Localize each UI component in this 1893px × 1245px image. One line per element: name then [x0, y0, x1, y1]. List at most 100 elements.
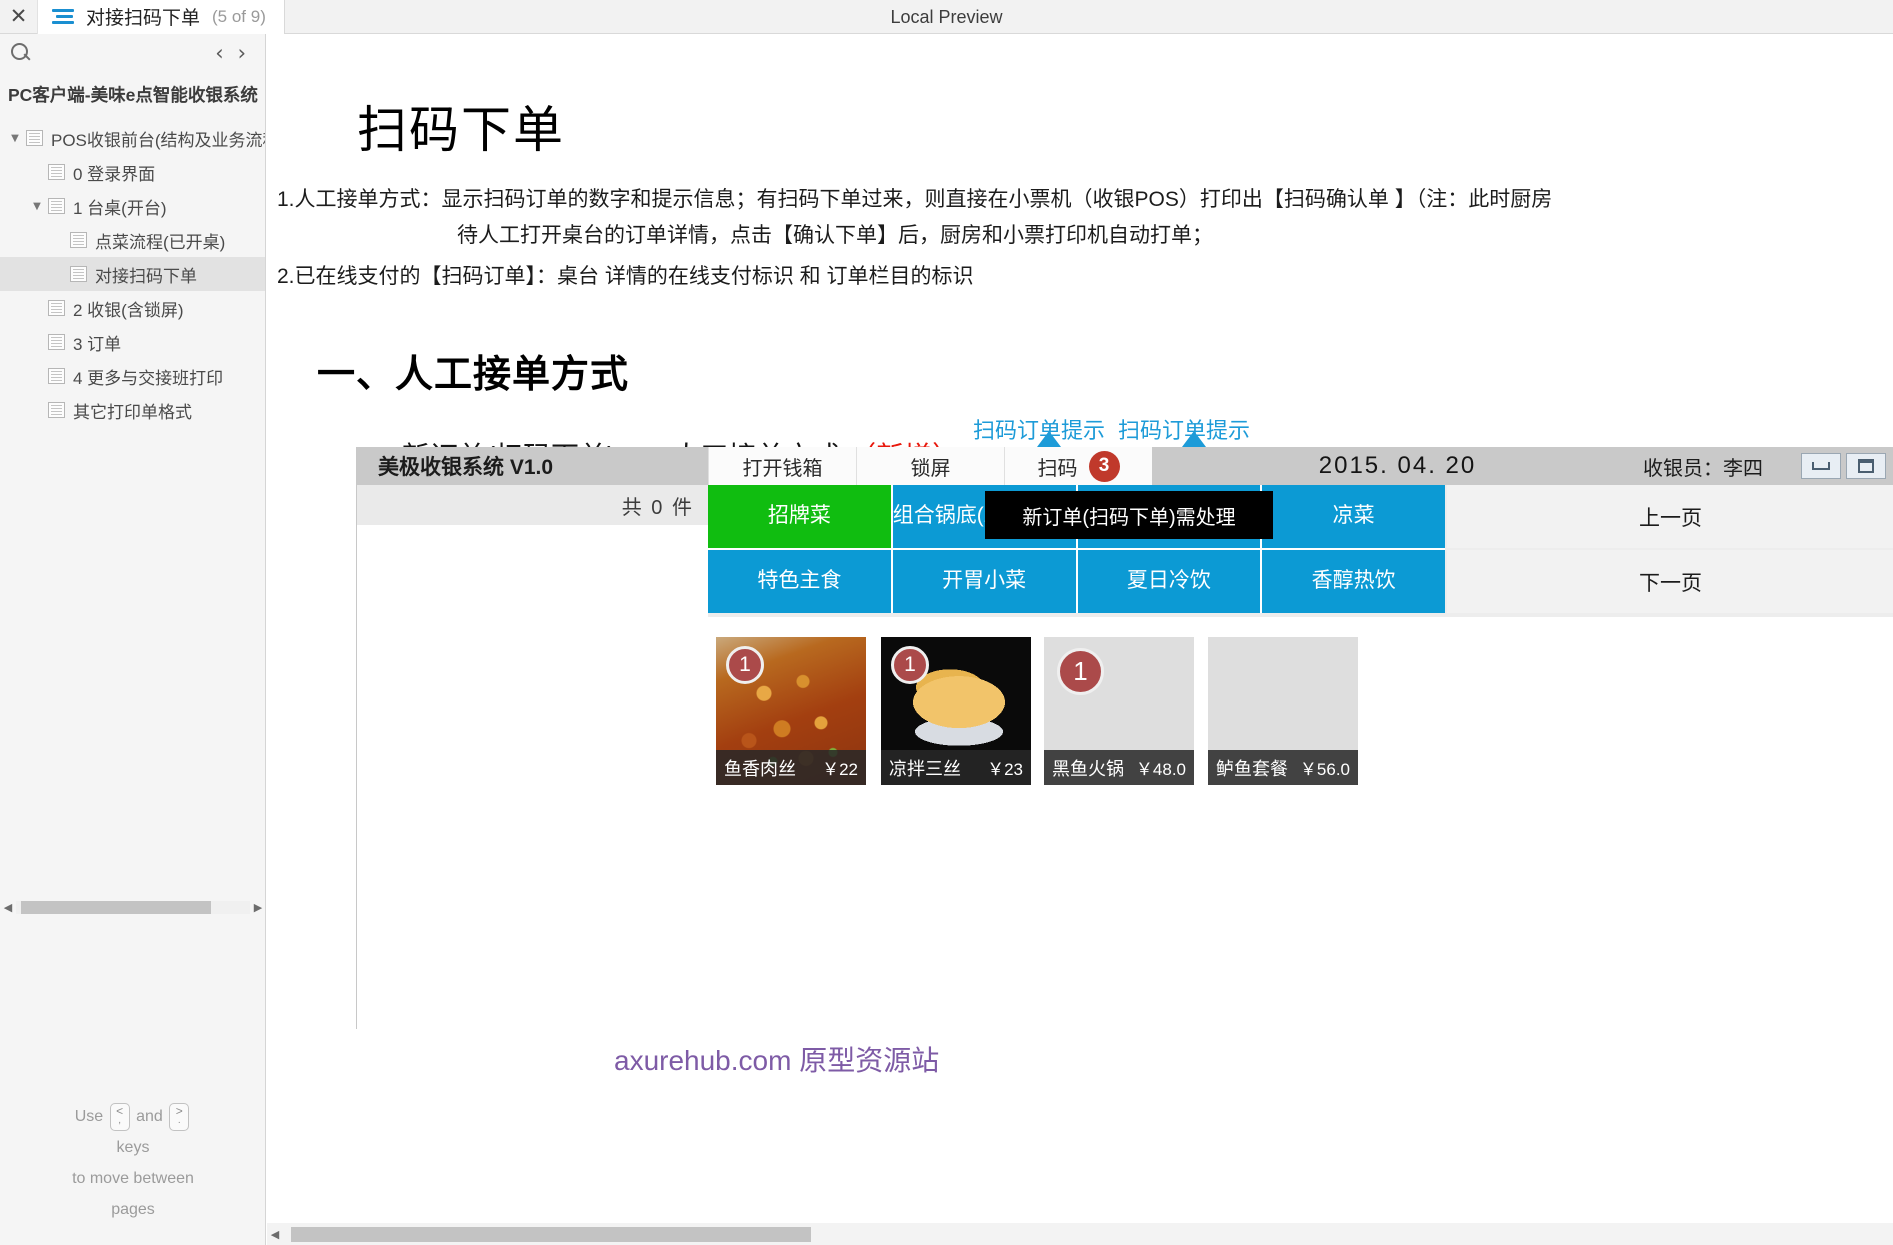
dish-info-bar: 鱼香肉丝 ￥22: [716, 750, 866, 785]
pos-category-3[interactable]: 凉菜: [1262, 485, 1445, 548]
scroll-thumb[interactable]: [21, 900, 211, 914]
sidebar-horizontal-scrollbar[interactable]: ◀ ▶: [0, 896, 265, 918]
dish-info-bar: 黑鱼火锅 ￥48.0: [1044, 750, 1194, 785]
tree-twisty-icon[interactable]: ▼: [4, 133, 26, 144]
pos-cashier: 收银员：李四: [1643, 457, 1763, 480]
dish-card-0[interactable]: 1 鱼香肉丝 ￥22: [716, 637, 866, 785]
pos-category-0[interactable]: 招牌菜: [708, 485, 891, 548]
tree-item-label: 4 更多与交接班打印: [73, 368, 224, 388]
page-document-icon: [48, 334, 65, 350]
page-tree: ▼ POS收银前台(结构及业务流程 0 登录界面 ▼ 1 台桌(开台) 点菜流程(已开桌)…: [0, 121, 265, 427]
scan-order-count-badge: 3: [1088, 450, 1120, 482]
pos-tab-lock-screen[interactable]: 锁屏: [856, 447, 1004, 485]
page-document-icon: [70, 266, 87, 282]
pos-category-6[interactable]: 夏日冷饮: [1077, 550, 1261, 613]
minimize-icon[interactable]: [1801, 453, 1841, 479]
next-page-arrow[interactable]: ›: [231, 42, 253, 64]
tree-item-7[interactable]: 4 更多与交接班打印: [0, 359, 265, 393]
dish-card-3[interactable]: 鲈鱼套餐 ￥56.0: [1208, 637, 1358, 785]
tree-item-2[interactable]: ▼ 1 台桌(开台): [0, 189, 265, 223]
pos-brand: 美极收银系统 V1.0: [378, 456, 554, 479]
new-order-tooltip: 新订单(扫码下单)需处理: [985, 491, 1273, 539]
pos-tab-label: 打开钱箱: [742, 457, 823, 480]
tree-item-label: 3 订单: [73, 334, 122, 354]
dish-name: 黑鱼火锅: [1052, 758, 1124, 779]
tree-item-6[interactable]: 3 订单: [0, 325, 265, 359]
dish-card-1[interactable]: 1 凉拌三丝 ￥23: [881, 637, 1031, 785]
tree-item-3[interactable]: 点菜流程(已开桌): [0, 223, 265, 257]
page-tab-title: 对接扫码下单: [86, 8, 201, 29]
dish-quantity-badge: 1: [1057, 648, 1104, 695]
pos-page-buttons: 上一页 下一页: [1447, 485, 1893, 613]
pos-dish-grid: 1 鱼香肉丝 ￥22 1 凉拌三丝 ￥23 1 黑鱼火锅 ￥48.0 鲈鱼套餐 ￥56.0: [708, 617, 1893, 1029]
tree-item-label: 2 收银(含锁屏): [73, 300, 184, 320]
page-document-icon: [48, 198, 65, 214]
pos-tab-open-cash-drawer[interactable]: 打开钱箱: [708, 447, 856, 485]
prev-page-button[interactable]: 上一页: [1447, 485, 1893, 548]
pos-tab-label: 扫码: [1037, 457, 1078, 480]
tree-item-0[interactable]: ▼ POS收银前台(结构及业务流程: [0, 121, 265, 155]
pos-category-label: 夏日冷饮: [1126, 569, 1211, 593]
tree-item-label: POS收银前台(结构及业务流程: [51, 130, 265, 150]
scroll-left-arrow[interactable]: ◀: [267, 1228, 283, 1241]
scroll-right-arrow[interactable]: ▶: [250, 901, 265, 914]
paragraph-1-line-2: 待人工打开桌台的订单详情，点击【确认下单】后，厨房和小票打印机自动打单；: [457, 224, 1213, 247]
search-icon[interactable]: [8, 40, 34, 66]
hamburger-icon[interactable]: [52, 6, 74, 27]
paragraph-1-line-1: 1.人工接单方式：显示扫码订单的数字和提示信息；有扫码下单过来，则直接在小票机（…: [277, 188, 1553, 211]
pos-titlebar: 美极收银系统 V1.0 打开钱箱 锁屏 扫码 3 2015. 04. 20 收银…: [357, 447, 1893, 485]
dish-card-2[interactable]: 1 黑鱼火锅 ￥48.0: [1044, 637, 1194, 785]
tree-item-label: 1 台桌(开台): [73, 198, 167, 218]
pos-category-label: 开胃小菜: [942, 569, 1027, 593]
pos-category-label: 招牌菜: [767, 504, 831, 528]
scroll-thumb[interactable]: [291, 1226, 811, 1242]
dish-name: 鱼香肉丝: [724, 758, 796, 779]
dish-info-bar: 鲈鱼套餐 ￥56.0: [1208, 750, 1358, 785]
pos-mockup: 美极收银系统 V1.0 打开钱箱 锁屏 扫码 3 2015. 04. 20 收银…: [356, 447, 1893, 1029]
scroll-track[interactable]: [16, 900, 250, 914]
dish-quantity-badge: 1: [726, 646, 764, 684]
page-document-icon: [48, 300, 65, 316]
scroll-track[interactable]: [283, 1226, 1893, 1242]
content-horizontal-scrollbar[interactable]: ◀: [267, 1223, 1893, 1245]
close-icon[interactable]: ✕: [0, 0, 38, 34]
help-and-label: and: [136, 1108, 163, 1125]
page-document-icon: [48, 164, 65, 180]
dish-price: ￥23: [987, 760, 1023, 779]
sidebar-toolbar: ‹ ›: [0, 34, 265, 72]
key-prev-page: < ,: [109, 1102, 130, 1131]
pos-category-5[interactable]: 开胃小菜: [892, 550, 1076, 613]
pos-window-buttons: [1801, 447, 1893, 485]
dish-quantity-badge: 1: [891, 646, 929, 684]
dish-price: ￥22: [822, 760, 858, 779]
sidebar: ‹ › PC客户端-美味e点智能收银系统 ▼ POS收银前台(结构及业务流程 0 登…: [0, 34, 266, 1245]
page-tab[interactable]: 对接扫码下单 (5 of 9): [38, 0, 285, 34]
help-line-3: to move between: [72, 1170, 194, 1187]
tree-item-4[interactable]: 对接扫码下单: [0, 257, 265, 291]
scroll-left-arrow[interactable]: ◀: [0, 901, 16, 914]
pos-category-7[interactable]: 香醇热饮: [1262, 550, 1445, 613]
tree-item-8[interactable]: 其它打印单格式: [0, 393, 265, 427]
pos-category-label: 特色主食: [757, 569, 842, 593]
tree-item-label: 0 登录界面: [73, 164, 156, 184]
page-document-icon: [70, 232, 87, 248]
tree-twisty-icon[interactable]: ▼: [26, 201, 48, 212]
dish-price: ￥56.0: [1299, 760, 1350, 779]
watermark: axurehub.com 原型资源站: [614, 1045, 940, 1076]
next-page-button[interactable]: 下一页: [1447, 550, 1893, 613]
maximize-icon[interactable]: [1846, 453, 1886, 479]
pos-category-4[interactable]: 特色主食: [708, 550, 891, 613]
page-tab-count: (5 of 9): [212, 6, 266, 26]
top-bar: ✕ 对接扫码下单 (5 of 9) Local Preview: [0, 0, 1893, 34]
dish-name: 凉拌三丝: [889, 758, 961, 779]
pos-tab-scan[interactable]: 扫码 3: [1004, 447, 1152, 485]
tree-item-1[interactable]: 0 登录界面: [0, 155, 265, 189]
dish-name: 鲈鱼套餐: [1216, 758, 1288, 779]
dish-price: ￥48.0: [1135, 760, 1186, 779]
help-line-2: keys: [116, 1139, 150, 1156]
tree-item-label: 对接扫码下单: [95, 266, 197, 286]
tree-item-5[interactable]: 2 收银(含锁屏): [0, 291, 265, 325]
prev-page-arrow[interactable]: ‹: [208, 42, 230, 64]
tree-item-label: 其它打印单格式: [73, 402, 192, 422]
section-heading: 一、人工接单方式: [317, 354, 630, 396]
